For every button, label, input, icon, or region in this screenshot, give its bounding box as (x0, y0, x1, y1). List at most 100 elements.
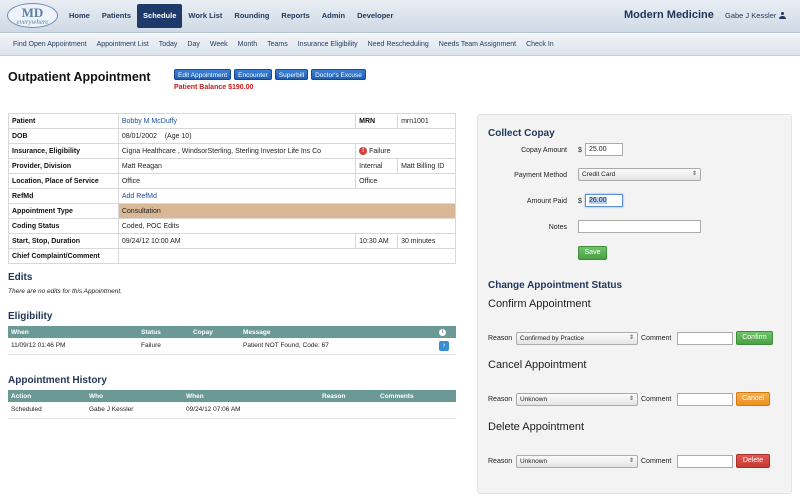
cancel-reason-select[interactable]: Unknown ⇕ (516, 393, 638, 406)
dob-value: 08/01/2002 (121, 132, 157, 140)
nav-reports[interactable]: Reports (275, 4, 315, 28)
refmd-label: RefMd (8, 188, 119, 204)
confirm-button[interactable]: Confirm (736, 331, 773, 345)
nav-work-list[interactable]: Work List (182, 4, 228, 28)
user-menu[interactable]: Gabe J Kessler (725, 11, 787, 20)
subnav-day[interactable]: Day (182, 34, 204, 55)
cancel-comment-input[interactable] (677, 393, 733, 406)
col-info: i (436, 326, 456, 338)
amount-paid-input[interactable]: 26.00 (585, 194, 623, 207)
subnav-insurance-eligibility[interactable]: Insurance Eligibility (293, 34, 363, 55)
copay-currency: $ (578, 147, 582, 154)
nav-patients[interactable]: Patients (96, 4, 137, 28)
amount-paid-value: 26.00 (589, 197, 607, 204)
row-refmd: RefMd Add RefMd (8, 188, 457, 204)
confirm-appointment-heading: Confirm Appointment (488, 298, 591, 310)
col-when: When (183, 390, 319, 402)
subnav-teams[interactable]: Teams (262, 34, 293, 55)
collect-copay-heading: Collect Copay (488, 128, 555, 139)
subnav-needs-team-assignment[interactable]: Needs Team Assignment (434, 34, 521, 55)
copay-amount-input[interactable]: 25.00 (585, 143, 623, 156)
location-label: Location, Place of Service (8, 173, 119, 189)
col-message: Message (240, 326, 436, 338)
failure-icon: ! (359, 147, 368, 155)
practice-name: Modern Medicine (624, 9, 714, 21)
delete-reason-select[interactable]: Unknown ⇕ (516, 455, 638, 468)
cancel-reason-value: Unknown (520, 396, 548, 403)
dob-label: DOB (8, 128, 119, 144)
add-refmd-link[interactable]: Add RefMd (122, 193, 157, 200)
subnav-appointment-list[interactable]: Appointment List (92, 34, 154, 55)
nav-home[interactable]: Home (63, 4, 96, 28)
paid-currency: $ (578, 198, 582, 205)
confirm-reason-value: Confirmed by Practice (520, 335, 584, 342)
select-arrows-icon: ⇕ (628, 458, 634, 464)
confirm-comment-input[interactable] (677, 332, 733, 345)
notes-input[interactable] (578, 220, 701, 233)
user-icon (779, 12, 787, 19)
confirm-reason-select[interactable]: Confirmed by Practice ⇕ (516, 332, 638, 345)
nav-developer[interactable]: Developer (351, 4, 399, 28)
subnav-find-open-appointment[interactable]: Find Open Appointment (8, 34, 92, 55)
history-when: 09/24/12 07:06 AM (183, 402, 319, 419)
subnav-month[interactable]: Month (233, 34, 262, 55)
confirm-comment-label: Comment (641, 335, 672, 342)
eligibility-copay (190, 338, 240, 355)
history-header-row: Action Who When Reason Comments (8, 390, 456, 402)
eligibility-status[interactable]: ! Failure (355, 143, 456, 159)
payment-method-select[interactable]: Credit Card ⇕ (578, 168, 701, 181)
delete-appointment-heading: Delete Appointment (488, 421, 585, 433)
history-table: Action Who When Reason Comments Schedule… (8, 390, 456, 419)
cancel-appointment-heading: Cancel Appointment (488, 359, 587, 371)
info-icon[interactable]: i (439, 329, 446, 336)
cancel-reason-label: Reason (488, 396, 513, 403)
subnav-need-rescheduling[interactable]: Need Rescheduling (363, 34, 434, 55)
eligibility-header-row: When Status Copay Message i (8, 326, 456, 338)
complaint-value (117, 248, 457, 264)
patient-cell: Bobby M McDuffy (117, 113, 357, 129)
eligibility-message: Patient NOT Found, Code: 67 (240, 338, 436, 355)
logo-subtext: everywhere (16, 18, 49, 26)
notes-label: Notes (548, 224, 567, 231)
view-details-icon[interactable]: › (439, 340, 449, 351)
user-name: Gabe J Kessler (725, 11, 777, 20)
row-insurance: Insurance, Eligibility Cigna Healthcare … (8, 143, 456, 159)
history-who: Gabe J Kessler (86, 402, 183, 419)
nav-schedule[interactable]: Schedule (137, 4, 183, 28)
col-copay: Copay (190, 326, 240, 338)
history-heading: Appointment History (8, 375, 107, 386)
amount-paid-label: Amount Paid (526, 198, 567, 205)
top-bar: MD everywhere Home Patients Schedule Wor… (0, 0, 800, 33)
save-copay-button[interactable]: Save (578, 246, 607, 260)
md-everywhere-logo[interactable]: MD everywhere (7, 3, 58, 28)
history-reason (319, 402, 377, 419)
nav-admin[interactable]: Admin (316, 4, 351, 28)
division-value: Matt Billing ID (397, 158, 456, 174)
edits-heading: Edits (8, 272, 33, 283)
patient-link[interactable]: Bobby M McDuffy (122, 118, 177, 125)
delete-button[interactable]: Delete (736, 454, 770, 468)
start-value: 09/24/12 10:00 AM (117, 233, 357, 249)
superbill-button[interactable]: Superbill (274, 69, 309, 80)
row-location: Location, Place of Service Office Office (8, 173, 456, 189)
cancel-button[interactable]: Cancel (736, 392, 770, 406)
mrn-label: MRN (355, 113, 399, 129)
dob-cell: 08/01/2002 (Age 10) (117, 128, 457, 144)
col-action: Action (8, 390, 86, 402)
provider-value: Matt Reagan (117, 158, 357, 174)
doctors-excuse-button[interactable]: Doctor's Excuse (311, 69, 366, 80)
row-patient: Patient Bobby M McDuffy MRN mrn1001 (8, 113, 456, 129)
delete-comment-input[interactable] (677, 455, 733, 468)
row-dob: DOB 08/01/2002 (Age 10) (8, 128, 457, 144)
nav-rounding[interactable]: Rounding (228, 4, 275, 28)
complaint-label: Chief Complaint/Comment (8, 248, 119, 264)
subnav-check-in[interactable]: Check In (521, 34, 559, 55)
insurance-label: Insurance, Eligibility (8, 143, 119, 159)
subnav-today[interactable]: Today (154, 34, 183, 55)
edit-appointment-button[interactable]: Edit Appointment (174, 69, 232, 80)
appointment-info-table: Patient Bobby M McDuffy MRN mrn1001 DOB … (8, 113, 457, 264)
row-appointment-type: Appointment Type Consultation (8, 203, 457, 219)
encounter-button[interactable]: Encounter (234, 69, 272, 80)
edits-note: There are no edits for this Appointment. (8, 288, 122, 295)
subnav-week[interactable]: Week (205, 34, 233, 55)
